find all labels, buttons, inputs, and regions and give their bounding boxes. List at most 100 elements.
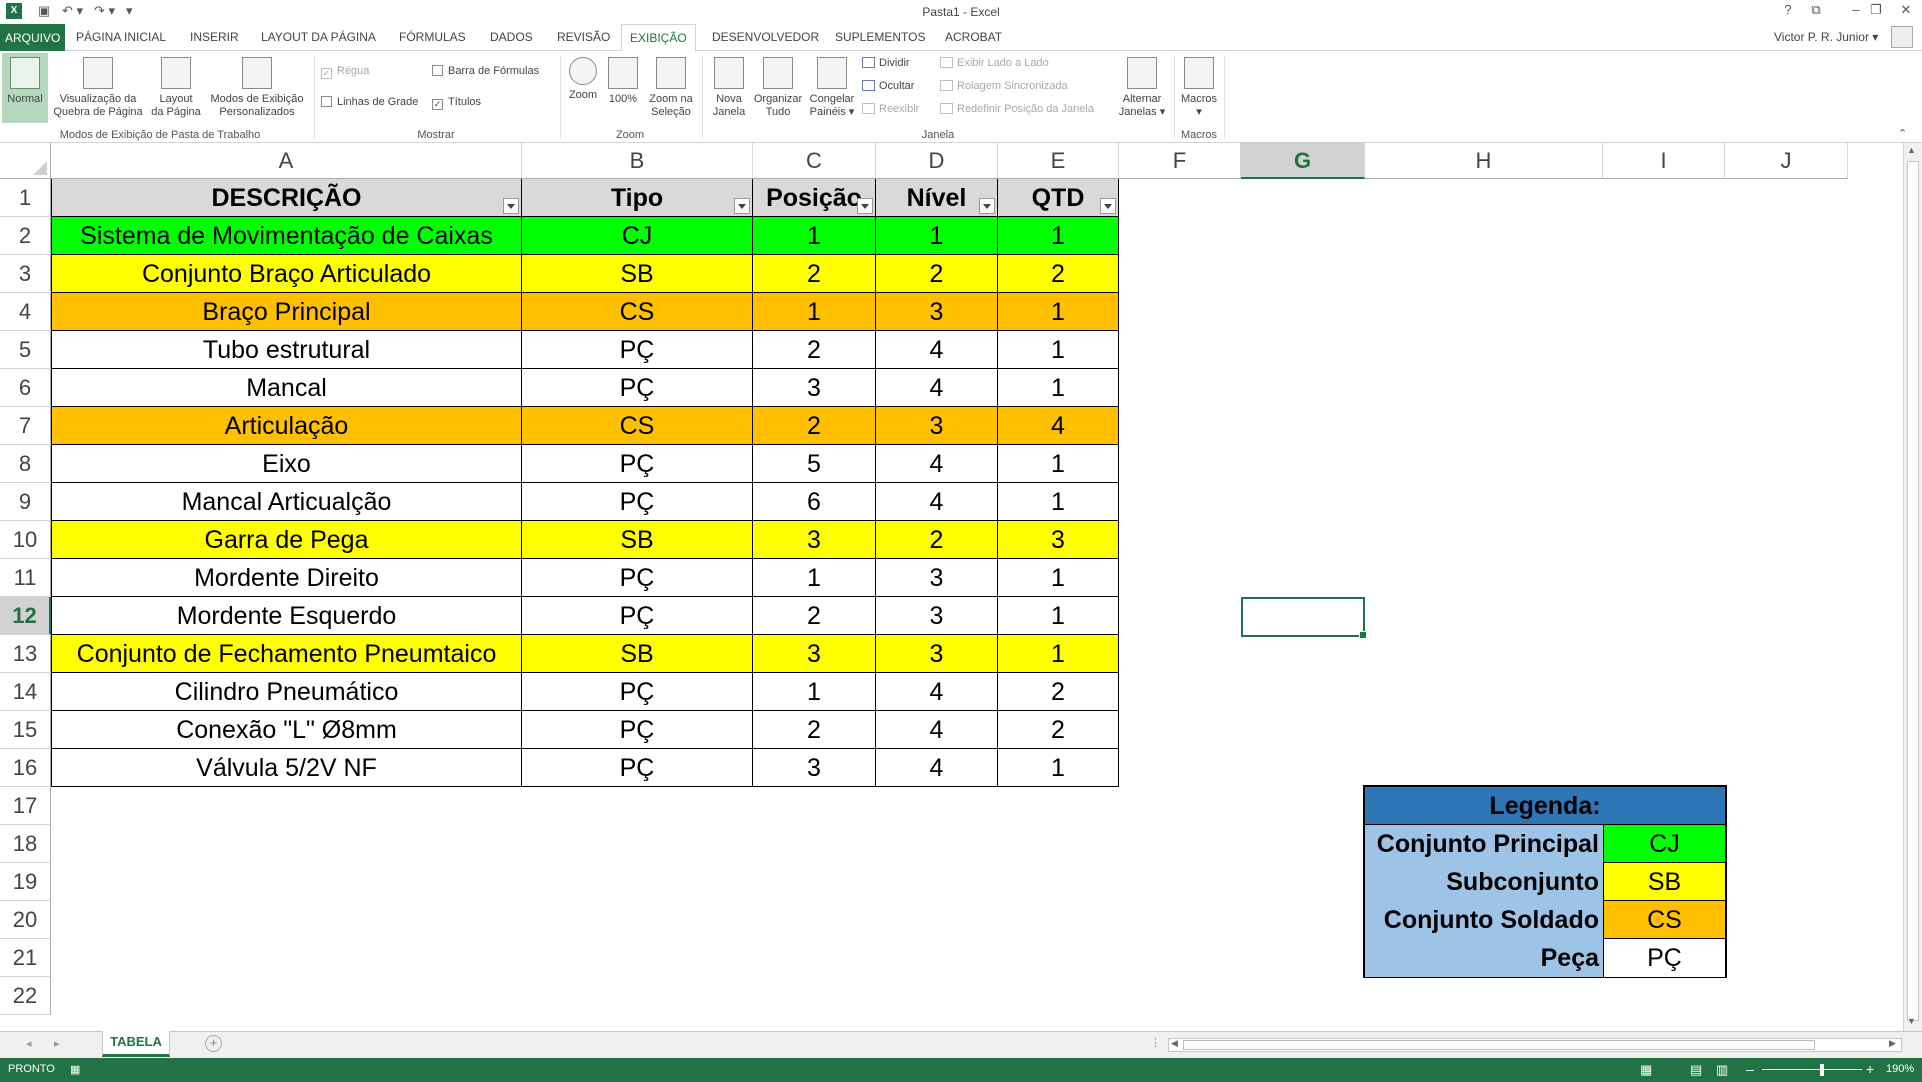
cell-tipo[interactable]: SB <box>522 635 753 673</box>
cell-qtd[interactable]: 1 <box>998 749 1119 787</box>
cell-qtd[interactable]: 1 <box>998 635 1119 673</box>
cell-posicao[interactable]: 3 <box>753 369 876 407</box>
tab-acrobat[interactable]: ACROBAT <box>945 30 1002 44</box>
tab-view[interactable]: EXIBIÇÃO <box>621 24 696 52</box>
scroll-left-icon[interactable]: ◀ <box>1171 1038 1178 1049</box>
cell-nivel[interactable]: 4 <box>876 445 998 483</box>
row-header-4[interactable]: 4 <box>0 293 51 331</box>
add-sheet-button[interactable]: + <box>205 1035 222 1052</box>
column-header-i[interactable]: I <box>1603 143 1725 179</box>
select-all-corner[interactable] <box>0 143 51 179</box>
tab-data[interactable]: DADOS <box>490 30 533 44</box>
zoom-button[interactable]: Zoom <box>564 57 602 102</box>
row-header-11[interactable]: 11 <box>0 559 51 597</box>
cell-descricao[interactable]: Mancal Articualção <box>51 483 522 521</box>
column-header-e[interactable]: E <box>998 143 1119 179</box>
row-header-2[interactable]: 2 <box>0 217 51 255</box>
new-window-button[interactable]: Nova Janela <box>706 57 752 119</box>
tab-home[interactable]: PÁGINA INICIAL <box>76 30 166 44</box>
cell-posicao[interactable]: 6 <box>753 483 876 521</box>
row-header-8[interactable]: 8 <box>0 445 51 483</box>
cell-posicao[interactable]: 2 <box>753 255 876 293</box>
cell-qtd[interactable]: 3 <box>998 521 1119 559</box>
page-break-status-icon[interactable]: ▥ <box>1716 1062 1728 1078</box>
column-header-c[interactable]: C <box>753 143 876 179</box>
row-header-20[interactable]: 20 <box>0 901 51 939</box>
tab-review[interactable]: REVISÃO <box>557 30 610 44</box>
worksheet-grid[interactable]: ABCDEFGHIJ 1 2 3 4 5 6 7 8 9 10 11 12 13 14 15 16 17 18 19… <box>0 143 1903 1031</box>
cell-descricao[interactable]: Eixo <box>51 445 522 483</box>
tab-developer[interactable]: DESENVOLVEDOR <box>712 30 819 44</box>
cell-posicao[interactable]: 2 <box>753 711 876 749</box>
column-header-g[interactable]: G <box>1241 143 1365 179</box>
cell-qtd[interactable]: 2 <box>998 673 1119 711</box>
cell-tipo[interactable]: SB <box>522 255 753 293</box>
cell-posicao[interactable]: 3 <box>753 749 876 787</box>
cell-qtd[interactable]: 1 <box>998 293 1119 331</box>
page-layout-view-button[interactable]: Layout da Página <box>148 57 204 119</box>
vertical-scrollbar[interactable]: ▲ ▼ <box>1903 143 1922 1031</box>
user-account[interactable]: Victor P. R. Junior ▾ <box>1774 30 1878 44</box>
row-header-3[interactable]: 3 <box>0 255 51 293</box>
cell-qtd[interactable]: 1 <box>998 559 1119 597</box>
cell-qtd[interactable]: 1 <box>998 445 1119 483</box>
zoom-selection-button[interactable]: Zoom na Seleção <box>644 57 698 119</box>
cell-posicao[interactable]: 1 <box>753 293 876 331</box>
cell-nivel[interactable]: 3 <box>876 635 998 673</box>
cell-descricao[interactable]: Mancal <box>51 369 522 407</box>
cell-nivel[interactable]: 4 <box>876 749 998 787</box>
cell-qtd[interactable]: 1 <box>998 331 1119 369</box>
cell-tipo[interactable]: PÇ <box>522 673 753 711</box>
row-header-18[interactable]: 18 <box>0 825 51 863</box>
next-sheet-icon[interactable]: ▸ <box>54 1037 60 1050</box>
row-header-15[interactable]: 15 <box>0 711 51 749</box>
headings-checkbox[interactable]: ✓ Títulos <box>432 96 481 110</box>
column-header-j[interactable]: J <box>1725 143 1848 179</box>
cell-descricao[interactable]: Conjunto de Fechamento Pneumtaico <box>51 635 522 673</box>
cell-tipo[interactable]: PÇ <box>522 711 753 749</box>
split-button[interactable]: Dividir <box>862 57 910 69</box>
cell-descricao[interactable]: Cilindro Pneumático <box>51 673 522 711</box>
cell-tipo[interactable]: PÇ <box>522 559 753 597</box>
cell-tipo[interactable]: PÇ <box>522 331 753 369</box>
cell-tipo[interactable]: CJ <box>522 217 753 255</box>
custom-views-button[interactable]: Modos de Exibição Personalizados <box>204 57 310 119</box>
macros-button[interactable]: Macros ▾ <box>1176 57 1222 119</box>
row-header-12[interactable]: 12 <box>0 597 51 635</box>
sheet-tab-tabela[interactable]: TABELA <box>102 1031 170 1057</box>
cell-descricao[interactable]: Braço Principal <box>51 293 522 331</box>
cell-qtd[interactable]: 2 <box>998 711 1119 749</box>
tab-page-layout[interactable]: LAYOUT DA PÁGINA <box>261 30 376 44</box>
cell-tipo[interactable]: PÇ <box>522 597 753 635</box>
filter-dropdown-icon[interactable] <box>1100 198 1116 214</box>
row-header-17[interactable]: 17 <box>0 787 51 825</box>
tab-file[interactable]: ARQUIVO <box>0 24 66 51</box>
filter-dropdown-icon[interactable] <box>857 198 873 214</box>
cell-tipo[interactable]: SB <box>522 521 753 559</box>
normal-view-status-icon[interactable]: ▦ <box>1640 1062 1652 1078</box>
gridlines-checkbox[interactable]: Linhas de Grade <box>321 96 418 108</box>
cell-posicao[interactable]: 1 <box>753 673 876 711</box>
cell-posicao[interactable]: 5 <box>753 445 876 483</box>
close-button[interactable]: ✕ <box>1893 2 1919 18</box>
synchronous-scrolling-button[interactable]: Rolagem Sincronizada <box>940 80 1068 92</box>
active-cell-selection[interactable] <box>1241 597 1367 639</box>
cell-qtd[interactable]: 1 <box>998 369 1119 407</box>
cell-posicao[interactable]: 1 <box>753 559 876 597</box>
cell-descricao[interactable]: Tubo estrutural <box>51 331 522 369</box>
cell-posicao[interactable]: 3 <box>753 635 876 673</box>
row-header-7[interactable]: 7 <box>0 407 51 445</box>
row-header-19[interactable]: 19 <box>0 863 51 901</box>
scroll-down-icon[interactable]: ▼ <box>1907 1016 1916 1026</box>
cell-posicao[interactable]: 2 <box>753 597 876 635</box>
cell-nivel[interactable]: 1 <box>876 217 998 255</box>
column-header-f[interactable]: F <box>1119 143 1241 179</box>
unhide-button[interactable]: Reexibir <box>862 103 919 115</box>
cell-descricao[interactable]: Conexão "L" Ø8mm <box>51 711 522 749</box>
cell-nivel[interactable]: 4 <box>876 483 998 521</box>
page-break-view-button[interactable]: Visualização da Quebra de Página <box>50 57 146 119</box>
cell-descricao[interactable]: Válvula 5/2V NF <box>51 749 522 787</box>
page-layout-status-icon[interactable]: ▤ <box>1690 1062 1702 1078</box>
zoom-level[interactable]: 190% <box>1886 1063 1914 1075</box>
filter-dropdown-icon[interactable] <box>979 198 995 214</box>
